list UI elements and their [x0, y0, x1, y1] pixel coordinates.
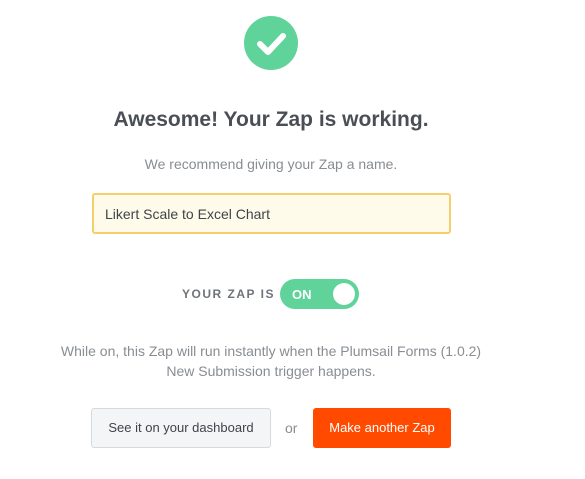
zap-description: While on, this Zap will run instantly wh… — [60, 343, 482, 379]
check-icon — [244, 16, 298, 70]
make-another-zap-button[interactable]: Make another Zap — [313, 408, 451, 448]
or-separator: or — [285, 420, 298, 436]
toggle-label: ON — [292, 287, 312, 302]
zap-success-page: Awesome! Your Zap is working. We recomme… — [0, 0, 585, 479]
name-prompt: We recommend giving your Zap a name. — [144, 156, 398, 172]
page-title: Awesome! Your Zap is working. — [113, 108, 429, 131]
zap-name-input[interactable] — [92, 193, 451, 234]
see-dashboard-button[interactable]: See it on your dashboard — [91, 408, 271, 448]
zap-on-toggle[interactable]: ON — [280, 279, 359, 309]
toggle-knob — [333, 283, 355, 305]
zap-status-label: YOUR ZAP IS — [182, 287, 275, 301]
